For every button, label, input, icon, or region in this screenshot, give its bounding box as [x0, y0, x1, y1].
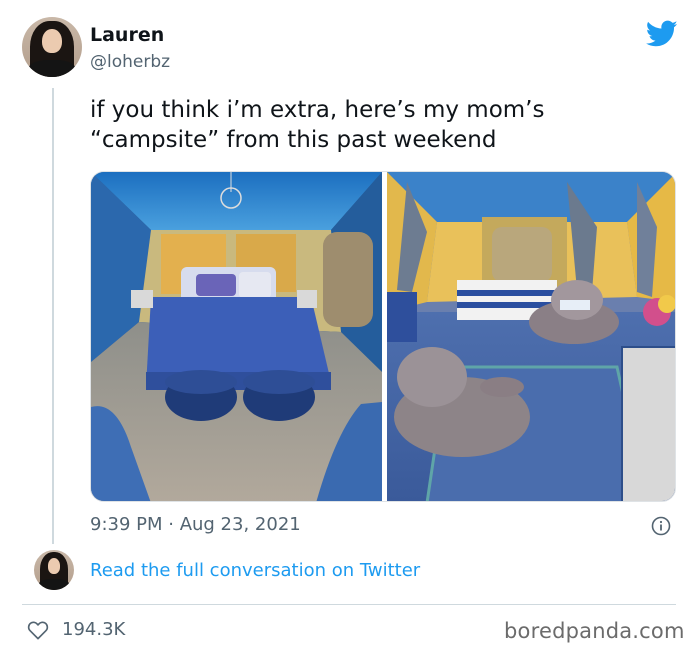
photo-tent-lounge[interactable] — [387, 172, 675, 501]
photo-tent-bed[interactable] — [91, 172, 382, 501]
tweet-text: if you think i’m extra, here’s my mom’s … — [90, 95, 680, 155]
twitter-bird-icon[interactable] — [646, 20, 678, 48]
read-conversation-link[interactable]: Read the full conversation on Twitter — [90, 560, 420, 581]
thread-connector — [52, 88, 54, 544]
like-count: 194.3K — [62, 619, 126, 640]
watermark: boredpanda.com — [504, 619, 685, 643]
tweet-text-line-2: “campsite” from this past weekend — [90, 127, 497, 153]
tweet-text-line-1: if you think i’m extra, here’s my mom’s — [90, 97, 545, 123]
author-handle[interactable]: @loherbz — [90, 52, 170, 72]
tweet-timestamp[interactable]: 9:39 PM · Aug 23, 2021 — [90, 514, 301, 535]
info-icon[interactable] — [651, 516, 671, 536]
conversation-avatar[interactable] — [34, 550, 74, 590]
tweet-media[interactable] — [90, 171, 676, 502]
author-display-name[interactable]: Lauren — [90, 24, 164, 46]
author-avatar[interactable] — [22, 17, 82, 77]
divider — [22, 604, 676, 605]
heart-icon[interactable] — [27, 620, 49, 640]
